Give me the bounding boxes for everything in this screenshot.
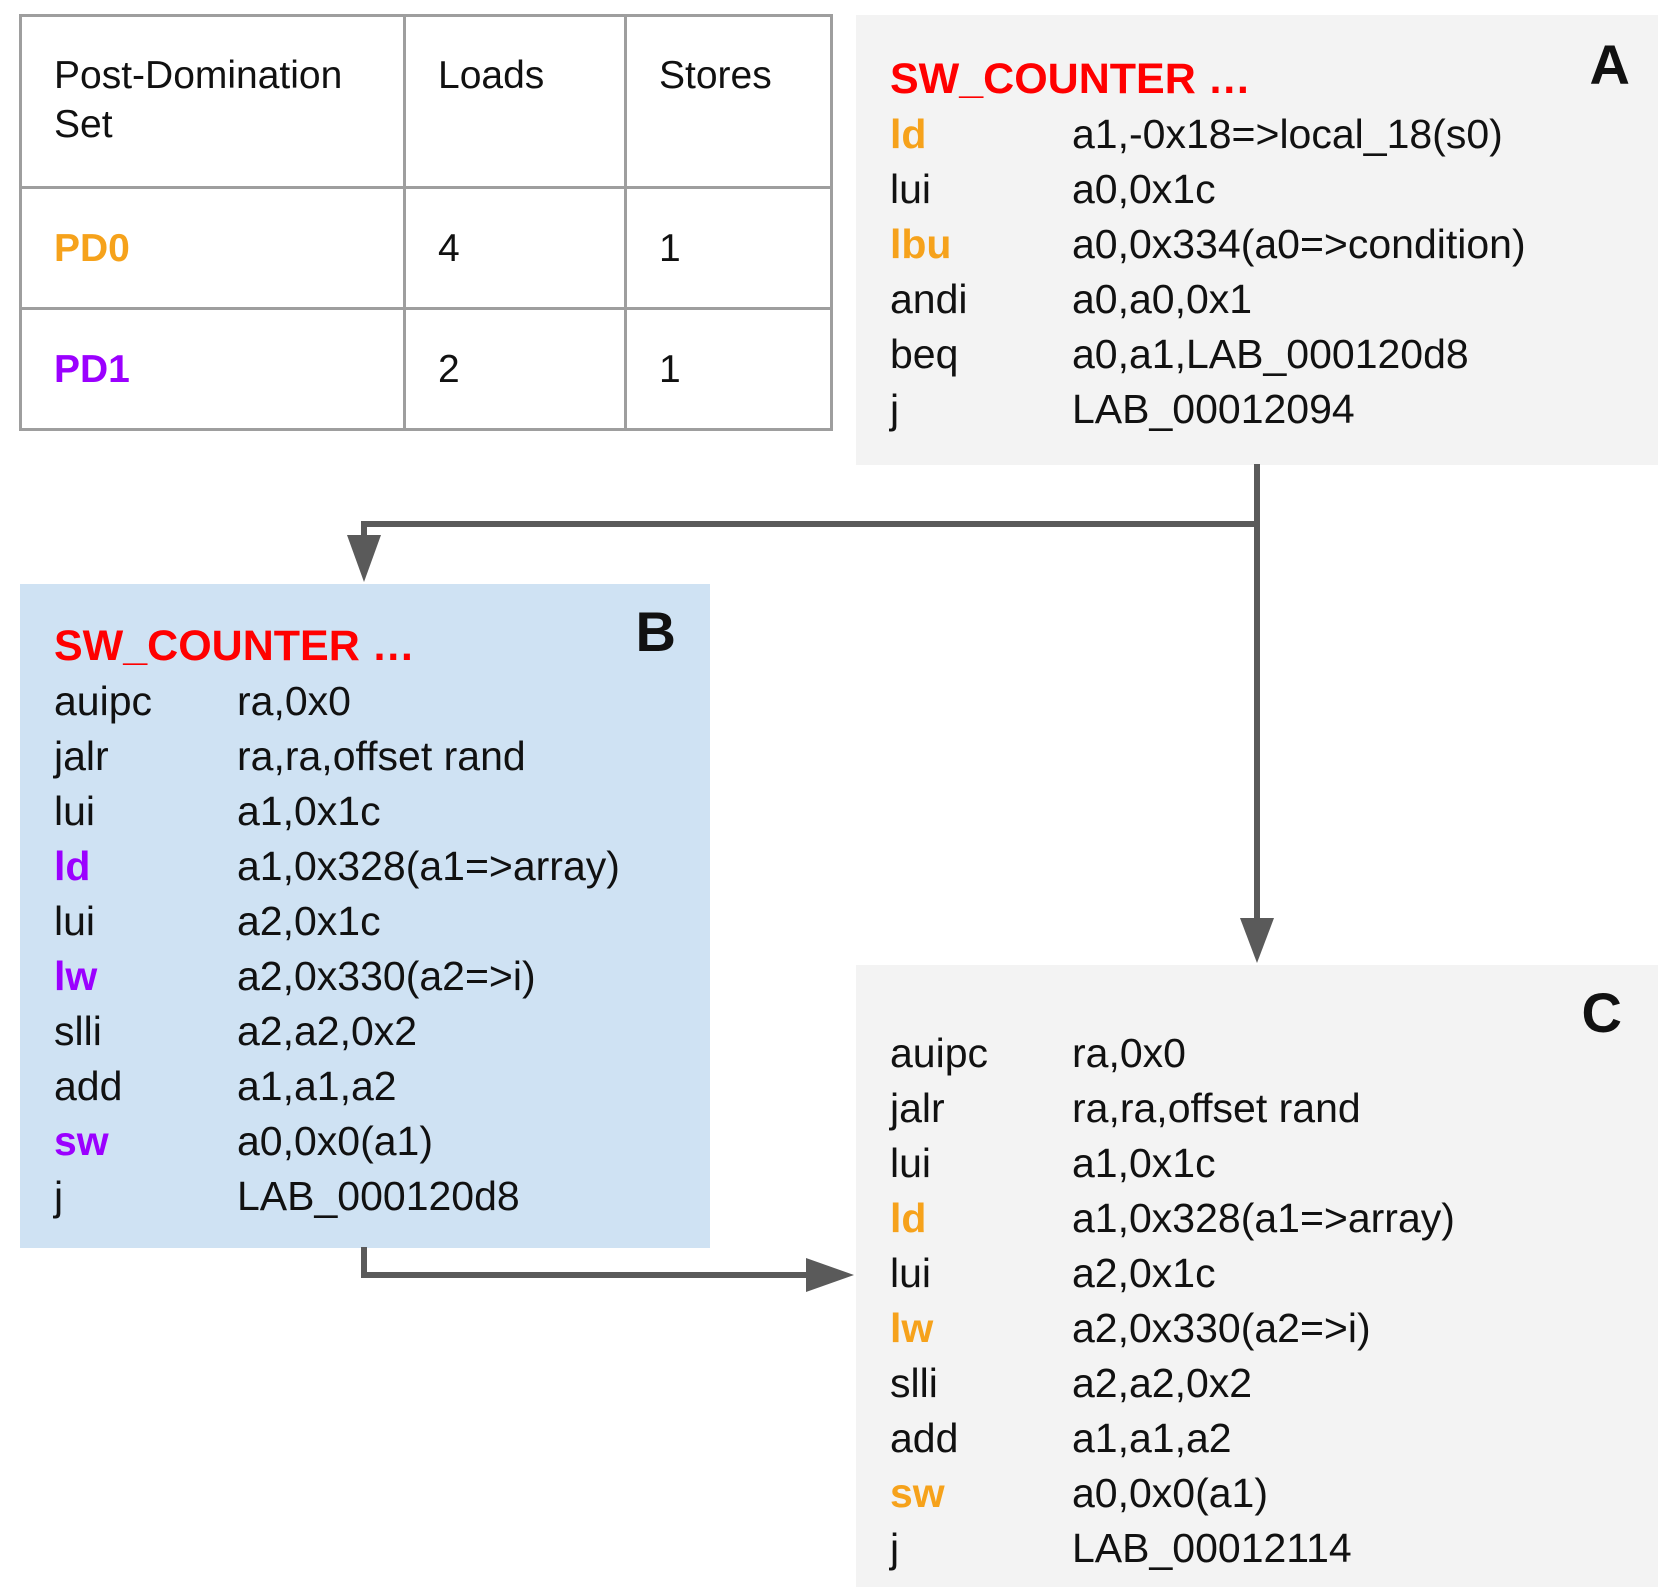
edge-b-to-c xyxy=(361,1247,813,1278)
arrowhead-into-c-from-b xyxy=(806,1258,854,1292)
edge-a-to-b xyxy=(361,521,1260,540)
control-flow-edges xyxy=(347,464,1274,1292)
arrowhead-into-b xyxy=(347,535,381,582)
arrowhead-into-c xyxy=(1240,918,1274,963)
